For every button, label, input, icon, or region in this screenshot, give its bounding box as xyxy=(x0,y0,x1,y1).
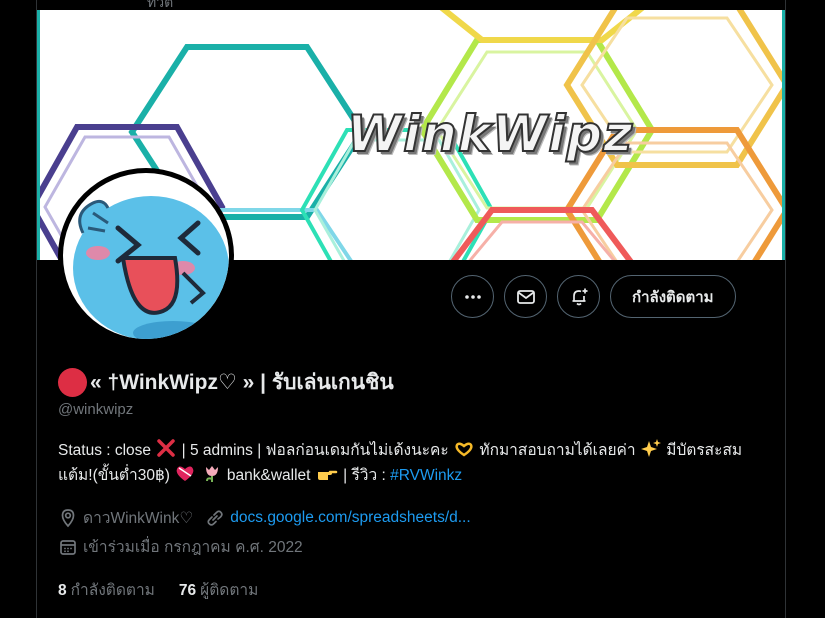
display-name: « †WinkWipz♡ » | รับเล่นเกนชิน xyxy=(90,371,394,394)
tulip-icon xyxy=(205,466,218,482)
follow-counts: 8 กำลังติดตาม 76 ผู้ติดตาม xyxy=(58,577,258,602)
heart-hands-icon xyxy=(455,442,473,457)
sparkles-icon xyxy=(640,439,661,457)
column-right-border xyxy=(785,0,786,618)
following-count-label: กำลังติดตาม xyxy=(70,582,155,599)
header-partial-text: ทวีต xyxy=(147,0,174,10)
profile-meta-row-1: ดาวWinkWink♡ docs.google.com/spreadsheet… xyxy=(58,505,471,530)
display-name-row: « †WinkWipz♡ » | รับเล่นเกนชิน xyxy=(58,366,394,399)
more-button[interactable] xyxy=(451,275,494,318)
profile-bio: Status : close | 5 admins | ฟอลก่อนเดมกั… xyxy=(58,438,768,488)
bell-plus-icon xyxy=(572,288,587,305)
envelope-icon xyxy=(516,289,535,304)
profile-location: ดาวWinkWink♡ xyxy=(83,510,194,527)
heart-ribbon-icon xyxy=(176,466,194,481)
followers-count-label: ผู้ติดตาม xyxy=(200,582,259,599)
bio-hashtag-link[interactable]: #RVWinkz xyxy=(390,467,462,484)
profile-handle: @winkwipz xyxy=(58,401,134,418)
following-count: 8 xyxy=(58,582,67,599)
pointing-hand-icon xyxy=(317,470,338,480)
bio-text-6: | รีวิว : xyxy=(343,467,391,484)
avatar-image xyxy=(63,173,229,339)
banner-right-edge xyxy=(782,10,785,260)
more-dots-icon xyxy=(464,294,481,299)
bio-text-2: | 5 admins | ฟอลก่อนเดมกันไม่เด้งนะคะ xyxy=(181,442,449,459)
bio-text-3: ทักมาสอบถามได้เลยค่า xyxy=(479,442,636,459)
banner-left-edge xyxy=(37,10,40,260)
banner-title: WinkWipz xyxy=(346,104,634,164)
red-circle-icon xyxy=(58,368,87,397)
following-count-link[interactable]: 8 กำลังติดตาม xyxy=(58,577,155,602)
location-pin-icon xyxy=(61,508,75,527)
top-header-strip: ทวีต xyxy=(37,0,785,10)
followers-count: 76 xyxy=(178,582,197,599)
profile-website-link[interactable]: docs.google.com/spreadsheets/d... xyxy=(230,509,470,527)
calendar-icon xyxy=(60,539,76,555)
profile-meta-row-2: เข้าร่วมเมื่อ กรกฎาคม ค.ศ. 2022 xyxy=(58,534,303,559)
notify-button[interactable] xyxy=(557,275,600,318)
profile-actions: กำลังติดตาม xyxy=(451,275,736,318)
message-button[interactable] xyxy=(504,275,547,318)
cross-mark-icon xyxy=(157,439,176,457)
following-button[interactable]: กำลังติดตาม xyxy=(610,275,736,318)
profile-joined-date: เข้าร่วมเมื่อ กรกฎาคม ค.ศ. 2022 xyxy=(83,539,303,556)
followers-count-link[interactable]: 76 ผู้ติดตาม xyxy=(179,577,258,602)
profile-avatar[interactable] xyxy=(58,168,234,344)
bio-text-1: Status : close xyxy=(58,442,152,459)
bio-text-5: bank&wallet xyxy=(226,467,315,484)
link-icon xyxy=(207,509,223,526)
